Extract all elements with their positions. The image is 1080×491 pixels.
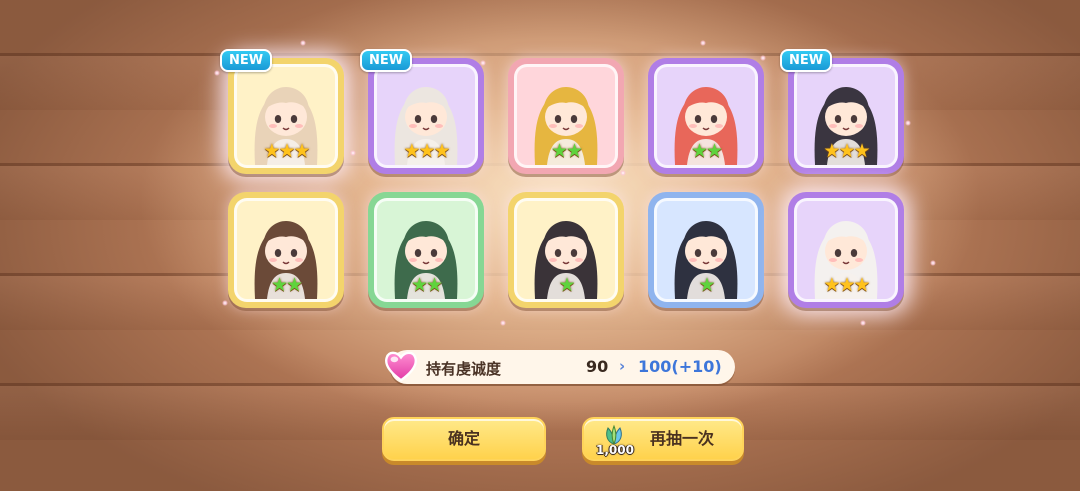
star-rating: ★★★ [797, 141, 895, 161]
star-icon: ★ [286, 274, 303, 296]
sparkle [350, 150, 356, 156]
star-rating: ★★ [377, 275, 475, 295]
card-frame: ★★★ [794, 198, 898, 302]
card-frame: ★★ [654, 64, 758, 168]
new-badge: NEW [220, 49, 273, 72]
sparkle [930, 260, 936, 266]
star-rating: ★★★ [377, 141, 475, 161]
draw-again-button[interactable]: 1,000 再抽一次 [582, 417, 744, 461]
sparkle [860, 320, 866, 326]
card-frame: ★★★ [794, 64, 898, 168]
character-card[interactable]: ★★★ [788, 192, 904, 308]
character-card[interactable]: ★★ [228, 192, 344, 308]
card-frame: ★★ [374, 198, 478, 302]
character-card[interactable]: NEW ★★★ [220, 49, 344, 174]
star-rating: ★★ [517, 141, 615, 161]
star-icon: ★ [433, 140, 451, 162]
card-frame: ★ [654, 198, 758, 302]
character-card[interactable]: NEW ★★★ [780, 49, 904, 174]
character-card[interactable]: ★ [648, 192, 764, 308]
star-rating: ★★★ [237, 141, 335, 161]
sparkle [905, 120, 911, 126]
sparkle [620, 170, 626, 176]
star-rating: ★ [517, 275, 615, 295]
star-icon: ★ [558, 274, 575, 296]
card-frame: ★★★ [374, 64, 478, 168]
star-icon: ★ [698, 274, 715, 296]
star-icon: ★ [823, 140, 840, 162]
devotion-current-value: 90 [586, 357, 609, 376]
card-frame: ★★★ [234, 64, 338, 168]
star-rating: ★ [657, 275, 755, 295]
star-icon: ★ [410, 274, 428, 296]
sparkle [214, 70, 220, 76]
sparkle [222, 300, 228, 306]
character-card[interactable]: ★ [508, 192, 624, 308]
draw-cost-value: 1,000 [596, 443, 634, 457]
star-icon: ★ [270, 274, 288, 296]
sparkle [480, 60, 486, 66]
star-icon: ★ [853, 274, 871, 296]
star-rating: ★★★ [797, 275, 895, 295]
star-icon: ★ [838, 140, 855, 162]
card-frame: ★★ [234, 198, 338, 302]
character-card[interactable]: NEW ★★★ [360, 49, 484, 174]
star-icon: ★ [690, 140, 708, 162]
star-icon: ★ [278, 140, 295, 162]
star-icon: ★ [706, 140, 723, 162]
star-icon: ★ [838, 274, 855, 296]
character-card[interactable]: ★★ [648, 58, 764, 174]
star-icon: ★ [426, 274, 443, 296]
star-icon: ★ [823, 274, 840, 296]
sparkle [700, 40, 706, 46]
draw-again-label: 再抽一次 [650, 429, 715, 448]
devotion-label: 持有虔诚度 [426, 360, 502, 378]
heart-icon [385, 351, 417, 382]
confirm-button[interactable]: 确定 [382, 417, 546, 461]
new-badge: NEW [360, 49, 413, 72]
devotion-bar: 持有虔诚度 90 › 100(+10) [385, 350, 735, 384]
star-icon: ★ [293, 140, 311, 162]
star-icon: ★ [263, 140, 280, 162]
star-rating: ★★ [657, 141, 755, 161]
star-icon: ★ [566, 140, 583, 162]
character-card[interactable]: ★★ [368, 192, 484, 308]
character-card[interactable]: ★★ [508, 58, 624, 174]
sparkle [500, 320, 506, 326]
star-icon: ★ [403, 140, 420, 162]
card-frame: ★ [514, 198, 618, 302]
new-badge: NEW [780, 49, 833, 72]
star-rating: ★★ [237, 275, 335, 295]
devotion-next-value: 100(+10) [638, 357, 722, 376]
devotion-arrow: › [619, 357, 626, 375]
star-icon: ★ [853, 140, 871, 162]
star-icon: ★ [550, 140, 568, 162]
sparkle [760, 55, 766, 61]
confirm-button-label: 确定 [447, 429, 480, 448]
sparkle [300, 40, 306, 46]
card-frame: ★★ [514, 64, 618, 168]
star-icon: ★ [418, 140, 435, 162]
